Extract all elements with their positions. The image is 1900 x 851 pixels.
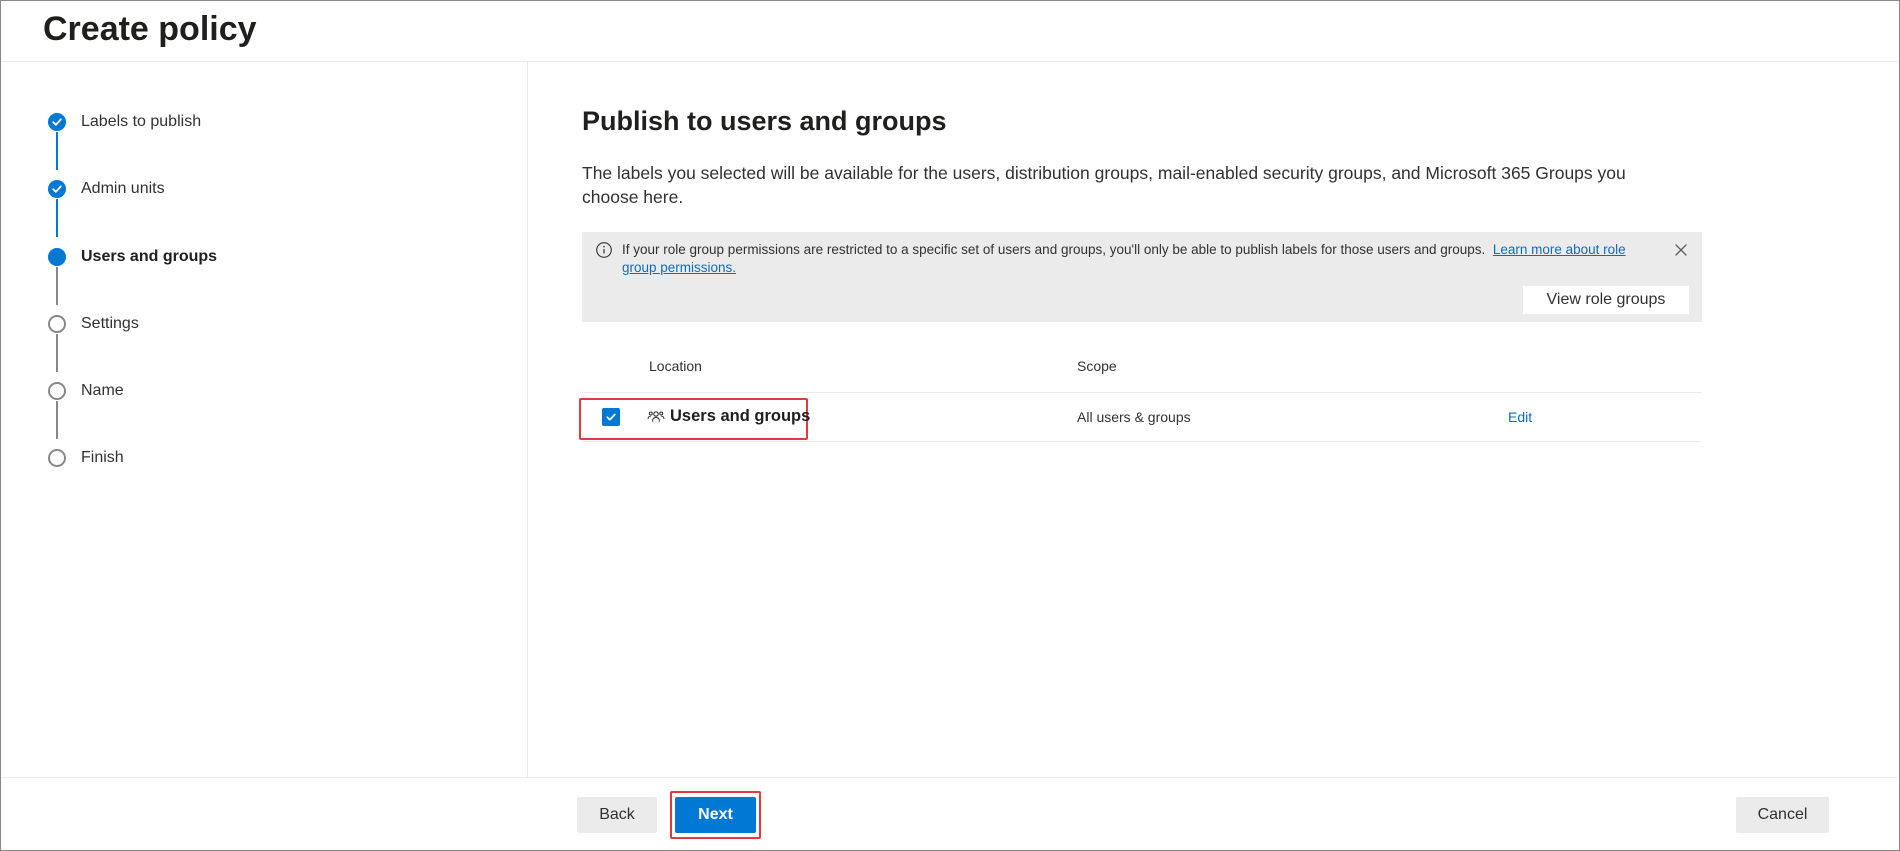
cancel-button[interactable]: Cancel — [1736, 797, 1829, 833]
pending-step-icon — [48, 315, 66, 333]
step-name: Name — [48, 380, 124, 402]
people-icon — [647, 409, 665, 425]
section-heading: Publish to users and groups — [582, 106, 947, 136]
step-connector — [56, 334, 58, 372]
info-message-body: If your role group permissions are restr… — [622, 242, 1486, 257]
header-divider — [1, 61, 1899, 62]
current-step-icon — [48, 248, 66, 266]
step-users-and-groups[interactable]: Users and groups — [48, 246, 217, 268]
section-description: The labels you selected will be availabl… — [582, 163, 1626, 207]
check-circle-icon — [48, 180, 66, 198]
step-finish: Finish — [48, 447, 124, 469]
check-circle-icon — [48, 113, 66, 131]
info-icon — [595, 241, 613, 259]
step-label: Name — [81, 382, 124, 399]
step-label: Admin units — [81, 180, 165, 197]
scope-value: All users & groups — [1077, 409, 1191, 425]
close-icon[interactable] — [1672, 241, 1690, 259]
pending-step-icon — [48, 382, 66, 400]
step-label: Settings — [81, 315, 139, 332]
step-label: Users and groups — [81, 248, 218, 265]
row-checkbox[interactable] — [602, 408, 620, 426]
location-name: Users and groups — [670, 407, 811, 425]
step-admin-units[interactable]: Admin units — [48, 178, 165, 200]
view-role-groups-button[interactable]: View role groups — [1523, 286, 1689, 314]
info-message-text: If your role group permissions are restr… — [622, 241, 1652, 277]
footer-divider — [1, 777, 1899, 778]
sidebar-divider — [527, 62, 528, 777]
edit-scope-link[interactable]: Edit — [1508, 409, 1532, 425]
step-connector — [56, 199, 58, 237]
step-connector — [56, 401, 58, 439]
window-frame — [0, 0, 1900, 851]
step-label: Labels to publish — [81, 113, 202, 130]
table-row-divider — [582, 441, 1702, 442]
column-header-location[interactable]: Location — [649, 358, 702, 374]
step-label: Finish — [81, 449, 124, 466]
step-labels-to-publish[interactable]: Labels to publish — [48, 111, 201, 133]
step-connector — [56, 132, 58, 170]
column-header-scope[interactable]: Scope — [1077, 358, 1117, 374]
info-message-bar: If your role group permissions are restr… — [582, 232, 1702, 322]
step-settings: Settings — [48, 313, 139, 335]
table-header-divider — [582, 392, 1702, 393]
page-title: Create policy — [43, 10, 257, 48]
pending-step-icon — [48, 449, 66, 467]
back-button[interactable]: Back — [577, 797, 657, 833]
next-button[interactable]: Next — [675, 797, 756, 833]
step-connector — [56, 267, 58, 305]
